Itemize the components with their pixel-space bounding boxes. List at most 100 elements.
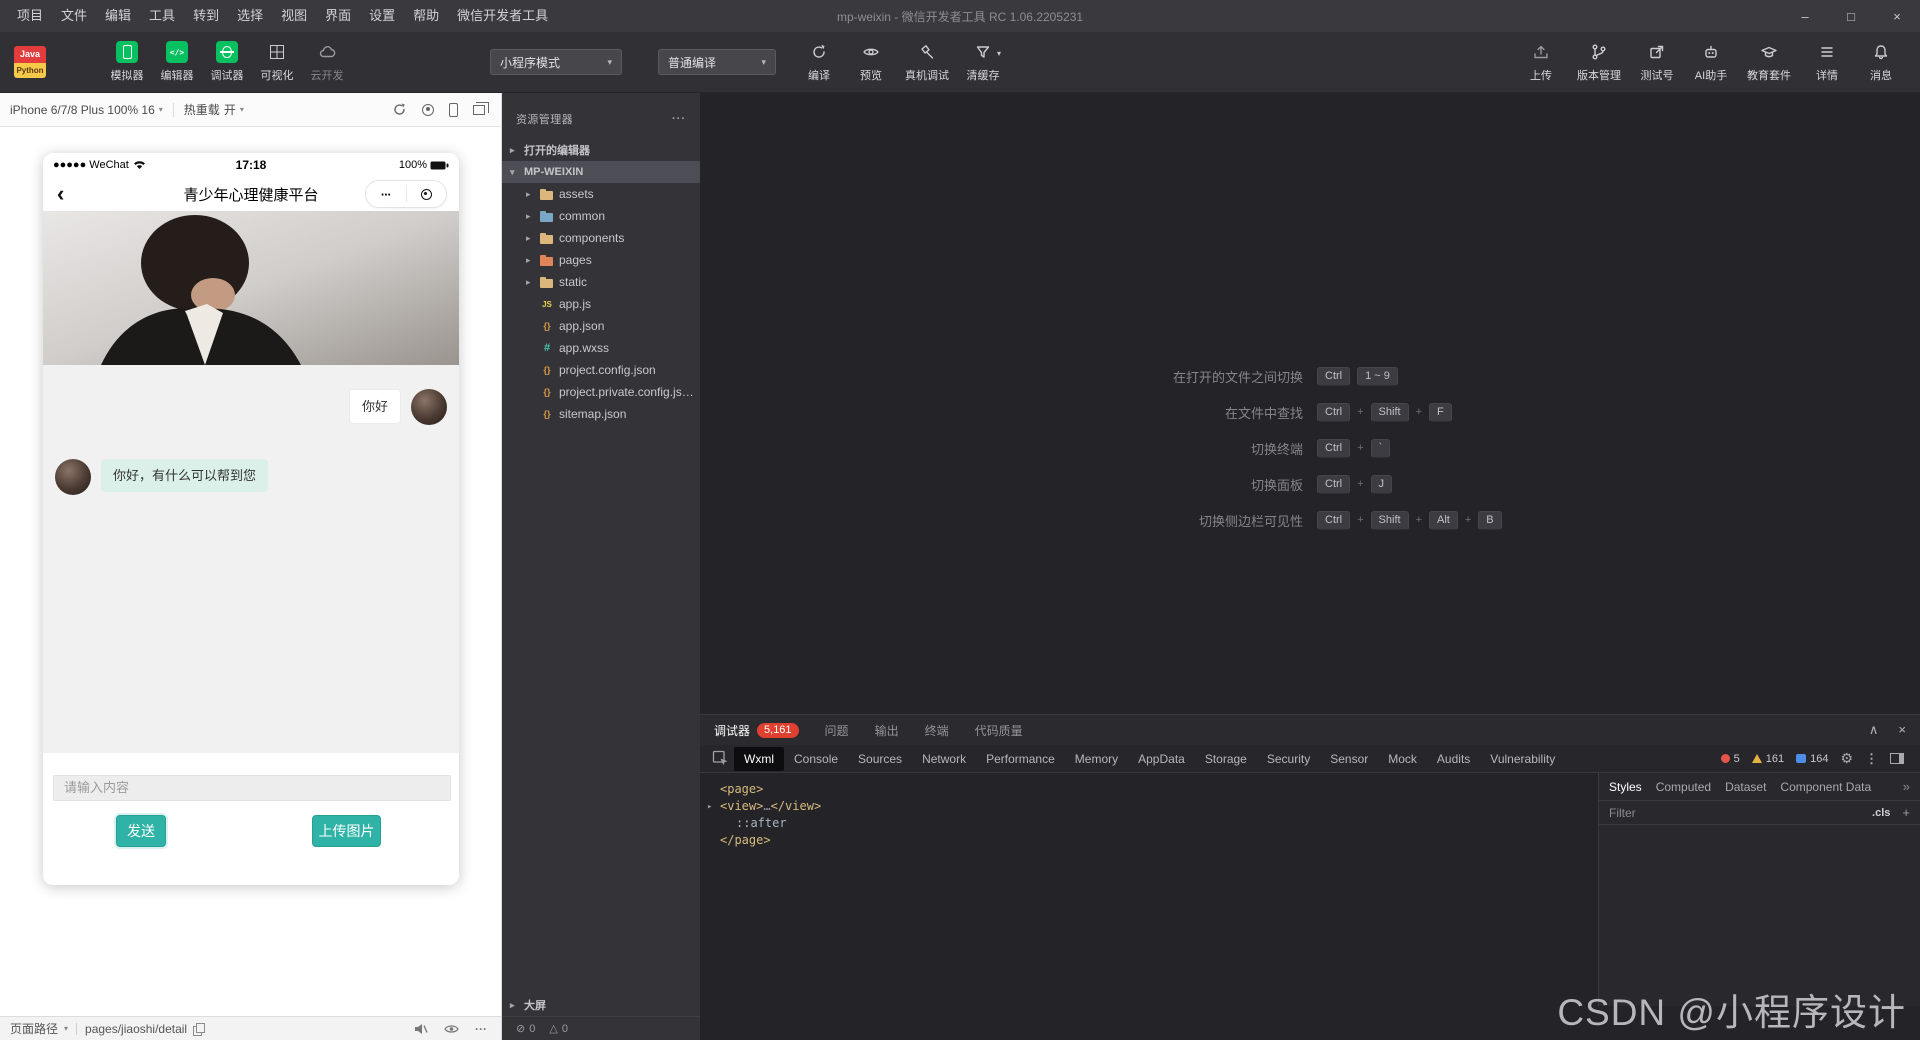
devtools-tab[interactable]: Vulnerability [1480,747,1565,771]
messages-button[interactable]: 消息 [1856,41,1906,83]
wxml-node-line[interactable]: ::after [700,815,1598,832]
hot-reload-toggle[interactable]: 热重载 开 ▾ [184,101,244,118]
test-account-button[interactable]: 测试号 [1632,41,1682,83]
compile-button[interactable]: 编译 [794,41,844,83]
big-screen-section[interactable]: ▸ 大屏 [502,994,700,1016]
collapse-panel-icon[interactable]: ∧ [1869,722,1879,738]
console-warning-count[interactable]: 161 [1751,753,1784,765]
filter-input[interactable]: Filter [1609,806,1636,820]
menu-item[interactable]: 转到 [184,0,228,32]
visualization-button[interactable]: 可视化 [252,41,302,83]
devtools-tab[interactable]: Network [912,747,976,771]
message-input[interactable]: 请输入内容 [53,775,451,801]
styles-panel-tab[interactable]: Computed [1656,780,1711,794]
tree-item[interactable]: ▸ project.config.json [502,359,700,381]
devtools-tab[interactable]: Wxml [734,746,784,771]
console-error-count[interactable]: 5 [1720,753,1740,765]
devtools-tab[interactable]: Console [784,747,848,771]
cls-toggle[interactable]: .cls [1872,807,1890,819]
upload-image-button[interactable]: 上传图片 [312,815,381,847]
menu-item[interactable]: 设置 [360,0,404,32]
tree-item[interactable]: ▸ components [502,227,700,249]
menu-item[interactable]: 界面 [316,0,360,32]
styles-panel-tab[interactable]: Component Data [1780,780,1871,794]
cloud-dev-button[interactable]: 云开发 [302,41,352,83]
tree-item[interactable]: ▸ app.js [502,293,700,315]
menu-item[interactable]: 工具 [140,0,184,32]
editor-toggle-button[interactable]: 编辑器 [152,41,202,83]
inspect-element-icon[interactable] [708,748,732,770]
eye-icon[interactable] [444,1024,459,1034]
minimize-button[interactable]: – [1782,0,1828,32]
compile-mode-select[interactable]: 普通编译 ▾ [658,49,776,75]
devtools-tab[interactable]: Sources [848,747,912,771]
preview-button[interactable]: 预览 [846,41,896,83]
devtools-tab[interactable]: Performance [976,747,1065,771]
more-button[interactable]: ··· [366,187,406,202]
maximize-button[interactable]: □ [1828,0,1874,32]
tree-item[interactable]: ▸ assets [502,183,700,205]
devtools-tab[interactable]: Mock [1378,747,1427,771]
mode-select[interactable]: 小程序模式 ▾ [490,49,622,75]
wxml-node-line[interactable]: ▸ <view>…</view> [700,798,1598,815]
debugger-panel-tab[interactable]: 代码质量 [975,722,1023,739]
refresh-icon[interactable] [392,102,407,117]
open-editors-section[interactable]: ▸ 打开的编辑器 [502,139,700,161]
more-actions-icon[interactable]: ··· [672,113,686,125]
tree-item[interactable]: ▸ sitemap.json [502,403,700,425]
project-root-item[interactable]: ▾ MP-WEIXIN [502,161,700,183]
page-path-label[interactable]: 页面路径 [10,1020,58,1037]
warning-count[interactable]: △ 0 [549,1022,568,1036]
more-options-icon[interactable]: ··· [475,1022,487,1036]
tree-item[interactable]: ▸ common [502,205,700,227]
styles-panel-tab[interactable]: Dataset [1725,780,1766,794]
devtools-tab[interactable]: Memory [1065,747,1128,771]
upload-button[interactable]: 上传 [1516,41,1566,83]
menu-item[interactable]: 视图 [272,0,316,32]
tree-item[interactable]: ▸ app.json [502,315,700,337]
devtools-tab[interactable]: Audits [1427,747,1480,771]
menu-item[interactable]: 帮助 [404,0,448,32]
console-info-count[interactable]: 164 [1796,753,1828,765]
menu-item[interactable]: 文件 [52,0,96,32]
devtools-tab[interactable]: Sensor [1320,747,1378,771]
back-button[interactable]: ‹ [57,183,64,205]
ai-assistant-button[interactable]: AI助手 [1686,41,1736,83]
menu-item[interactable]: 选择 [228,0,272,32]
menu-item[interactable]: 微信开发者工具 [448,0,557,32]
tree-item[interactable]: ▸ app.wxss [502,337,700,359]
devtools-tab[interactable]: Security [1257,747,1320,771]
tree-item[interactable]: ▸ static [502,271,700,293]
device-debug-button[interactable]: 真机调试 [898,41,956,83]
mute-icon[interactable] [414,1023,428,1035]
wxml-node-line[interactable]: <page> [700,781,1598,798]
overflow-chevrons-icon[interactable]: » [1903,779,1910,794]
close-panel-icon[interactable]: × [1898,722,1906,738]
home-button[interactable] [407,188,447,200]
simulator-toggle-button[interactable]: 模拟器 [102,41,152,83]
debugger-panel-tab[interactable]: 问题 [825,722,849,739]
device-selector[interactable]: iPhone 6/7/8 Plus 100% 16 ▾ [10,103,163,117]
debugger-panel-tab[interactable]: 调试器 5,161 [714,722,799,739]
debugger-toggle-button[interactable]: 调试器 [202,41,252,83]
record-icon[interactable] [422,103,434,116]
dock-side-icon[interactable] [1890,753,1904,764]
close-button[interactable]: × [1874,0,1920,32]
details-button[interactable]: 详情 [1802,41,1852,83]
styles-panel-tab[interactable]: Styles [1609,780,1642,794]
more-options-icon[interactable]: ⋮ [1865,751,1878,767]
wxml-node-line[interactable]: </page> [700,832,1598,849]
edu-kit-button[interactable]: 教育套件 [1740,41,1798,83]
multi-window-icon[interactable] [473,101,489,115]
version-control-button[interactable]: 版本管理 [1570,41,1628,83]
copy-icon[interactable] [193,1022,206,1036]
send-button[interactable]: 发送 [116,815,166,847]
clear-cache-button[interactable]: ▾ 清缓存 [958,41,1008,83]
tree-item[interactable]: ▸ pages [502,249,700,271]
device-frame-icon[interactable] [449,102,458,117]
devtools-tab[interactable]: AppData [1128,747,1195,771]
settings-gear-icon[interactable]: ⚙ [1840,750,1853,767]
tree-item[interactable]: ▸ project.private.config.js… [502,381,700,403]
error-count[interactable]: ⊘ 0 [516,1022,535,1036]
menu-item[interactable]: 编辑 [96,0,140,32]
